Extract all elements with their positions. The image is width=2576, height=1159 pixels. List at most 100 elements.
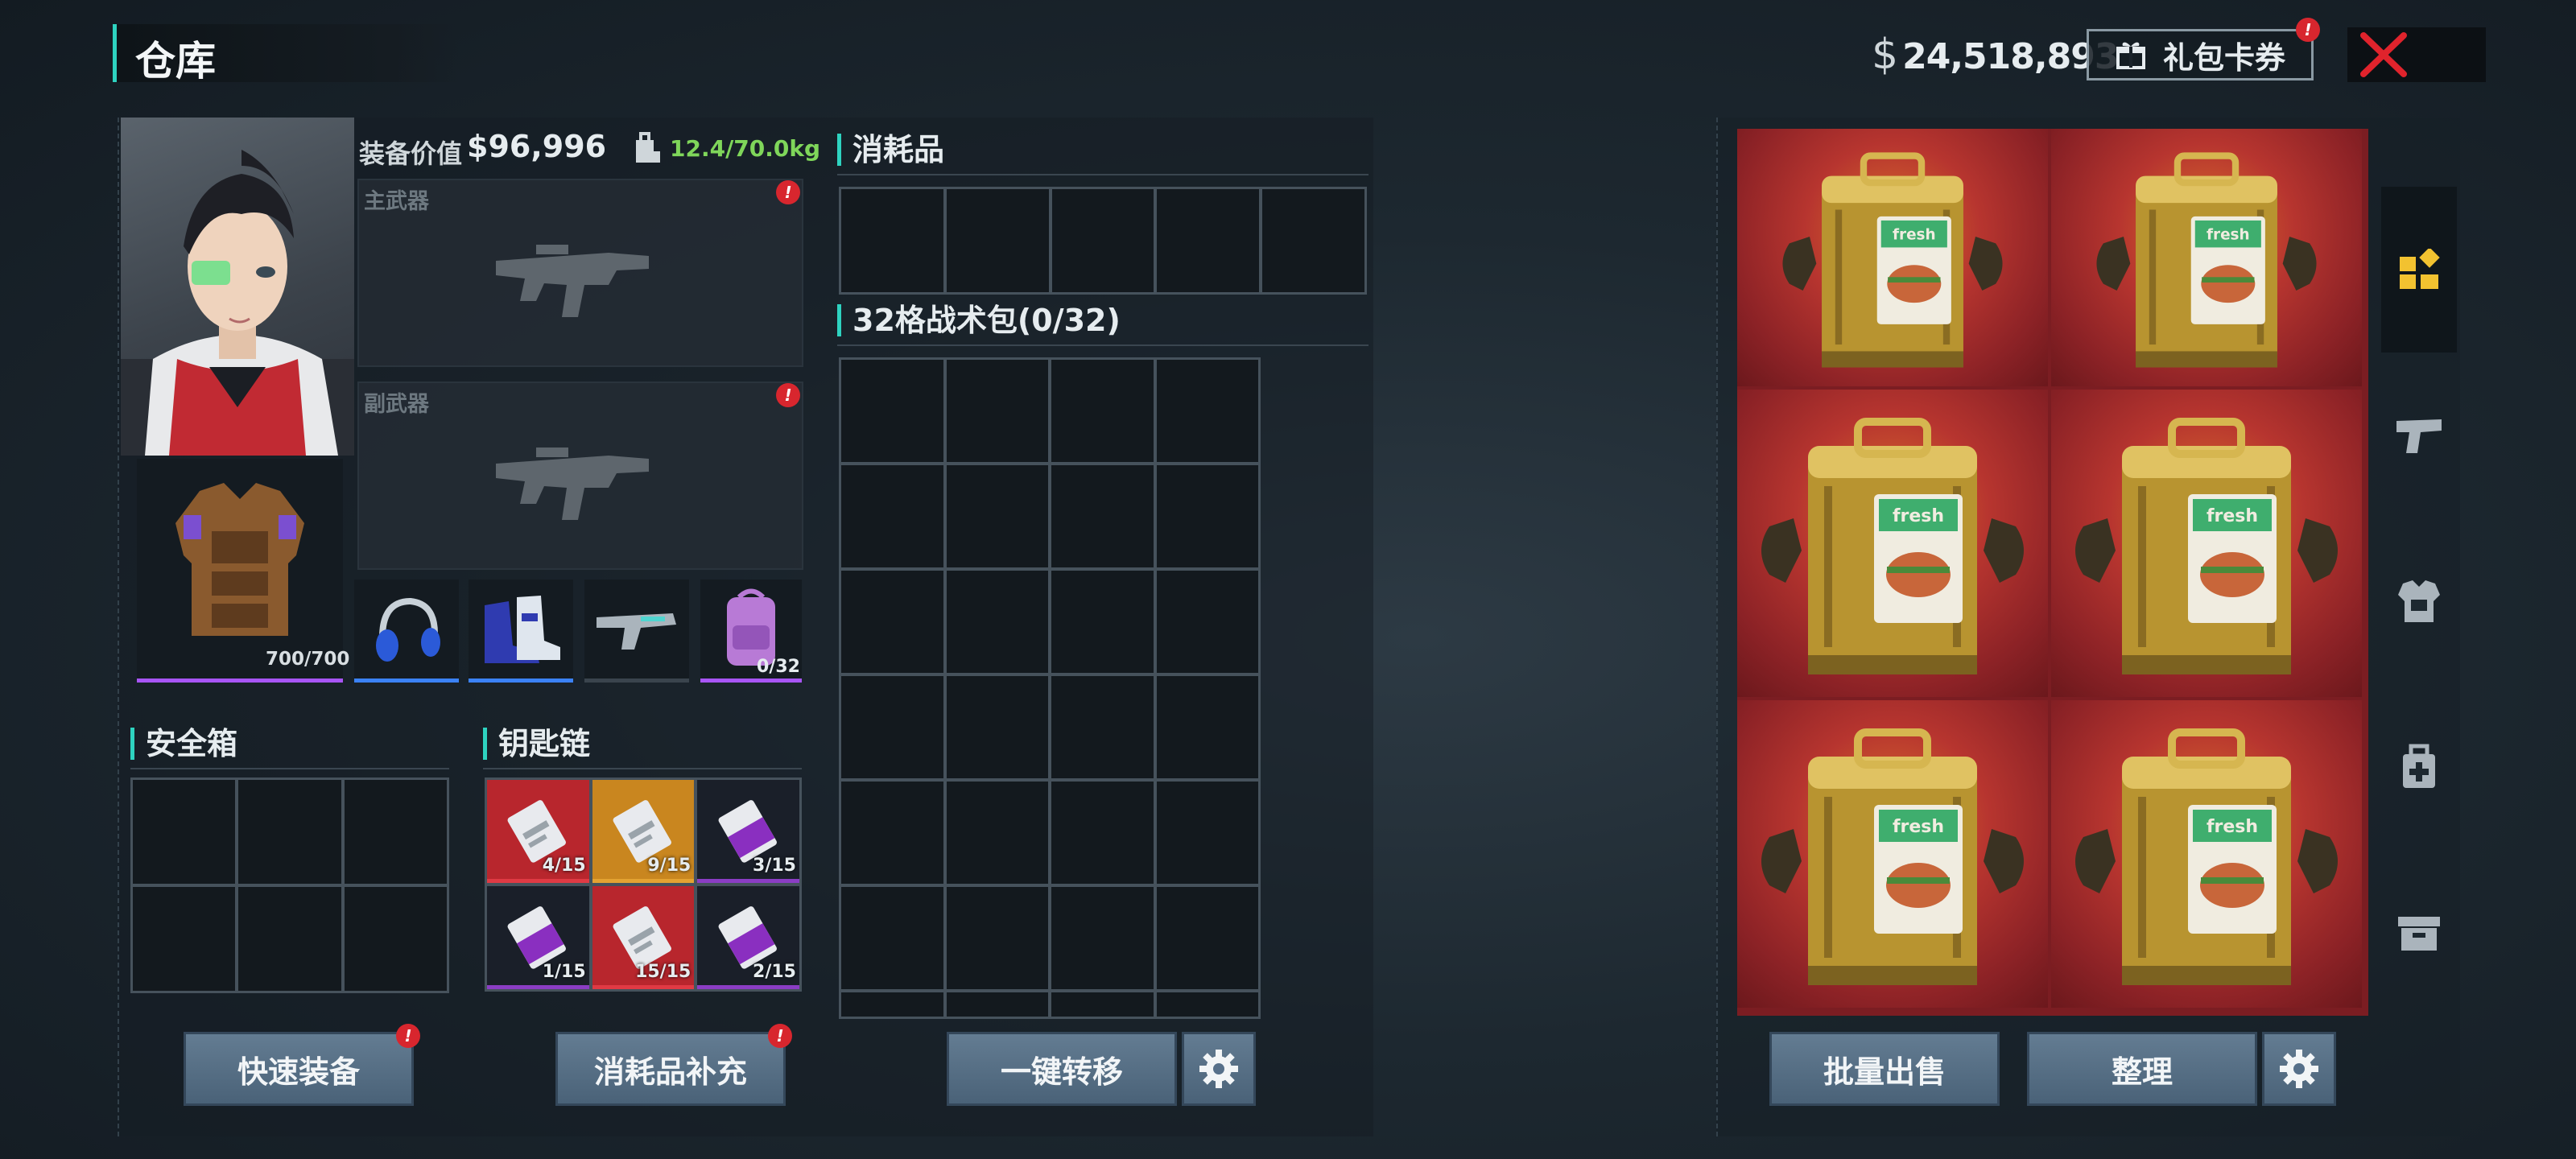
safe-box-title: 安全箱 <box>130 728 237 760</box>
secondary-weapon-alert-badge: ! <box>776 383 800 407</box>
key-card[interactable]: 15/15 <box>592 886 695 989</box>
bag-slot[interactable] <box>1051 465 1154 567</box>
safe-slot[interactable] <box>344 780 447 884</box>
bag-slot[interactable] <box>1156 887 1258 989</box>
headset-icon <box>376 597 440 662</box>
bag-slot[interactable] <box>1156 465 1258 567</box>
consumable-slot[interactable] <box>1157 189 1260 292</box>
consumable-slot[interactable] <box>841 189 943 292</box>
key-card[interactable]: 3/15 <box>697 780 799 883</box>
bag-slot[interactable] <box>841 465 943 567</box>
consumable-slot[interactable] <box>1051 189 1154 292</box>
sidearm-slot[interactable] <box>584 580 689 683</box>
bag-slot[interactable] <box>1051 571 1154 673</box>
key-card[interactable]: 2/15 <box>697 886 799 989</box>
bag-slot[interactable] <box>841 571 943 673</box>
svg-text:fresh: fresh <box>1893 226 1936 243</box>
tab-all-items[interactable] <box>2381 187 2457 353</box>
key-card[interactable]: 1/15 <box>487 886 589 989</box>
bag-slot[interactable] <box>841 676 943 778</box>
storage-item[interactable]: fresh <box>2051 129 2362 386</box>
safe-slot[interactable] <box>344 887 447 991</box>
page-title: 仓库 <box>135 38 216 85</box>
canister-item-icon: fresh <box>2096 152 2317 368</box>
storage-item[interactable]: fresh <box>1737 129 2048 386</box>
boots-icon <box>485 595 560 663</box>
storage-item[interactable]: fresh <box>1737 390 2048 697</box>
bag-slot[interactable] <box>1051 782 1154 884</box>
boots-slot[interactable] <box>469 580 573 683</box>
grid-icon <box>2400 249 2440 289</box>
bag-slot[interactable] <box>841 992 943 1017</box>
svg-text:fresh: fresh <box>1893 817 1944 837</box>
smg-icon <box>496 448 649 520</box>
pistol-icon <box>597 612 676 650</box>
primary-weapon-slot[interactable]: 主武器 <box>357 179 803 367</box>
bag-slot[interactable] <box>841 887 943 989</box>
key-count: 9/15 <box>647 856 691 876</box>
bulk-sell-button[interactable]: 批量出售 <box>1769 1032 2000 1106</box>
refill-consumables-button[interactable]: 消耗品补充 <box>555 1032 786 1106</box>
tab-misc[interactable] <box>2381 850 2457 1016</box>
bag-slot[interactable] <box>946 571 1048 673</box>
backpack-slot[interactable]: 0/32 <box>700 580 802 683</box>
canister-item-icon: fresh <box>1782 152 2003 368</box>
helmet-slot[interactable] <box>354 580 459 683</box>
secondary-weapon-slot[interactable]: 副武器 <box>357 382 803 570</box>
armor-icon <box>2398 580 2440 622</box>
safe-slot[interactable] <box>133 780 236 884</box>
storage-category-tabs <box>2381 187 2457 992</box>
gear-icon <box>1199 1050 1238 1088</box>
quick-equip-button[interactable]: 快速装备 <box>184 1032 414 1106</box>
storage-item[interactable]: fresh <box>2051 390 2362 697</box>
character-portrait <box>121 118 354 456</box>
bag-slot[interactable] <box>1156 360 1258 462</box>
key-card[interactable]: 4/15 <box>487 780 589 883</box>
consumable-slot[interactable] <box>1262 189 1364 292</box>
gift-coupon-button[interactable]: 礼包卡券 <box>2087 29 2314 80</box>
safe-slot[interactable] <box>238 780 341 884</box>
gift-icon <box>2116 42 2145 69</box>
safe-slot[interactable] <box>133 887 236 991</box>
bag-slot[interactable] <box>1156 992 1258 1017</box>
tab-medical[interactable] <box>2381 684 2457 850</box>
bag-slot[interactable] <box>946 465 1048 567</box>
bag-slot[interactable] <box>1156 782 1258 884</box>
canister-item-icon: fresh <box>1761 728 2024 985</box>
keychain-title: 钥匙链 <box>483 728 590 760</box>
bag-slot[interactable] <box>841 782 943 884</box>
storage-item[interactable]: fresh <box>1737 700 2048 1008</box>
tab-armor[interactable] <box>2381 518 2457 684</box>
storage-settings-button[interactable] <box>2262 1032 2336 1106</box>
bag-slot[interactable] <box>841 360 943 462</box>
close-button[interactable] <box>2347 27 2486 82</box>
transfer-settings-button[interactable] <box>1182 1032 1256 1106</box>
primary-weapon-label: 主武器 <box>364 189 429 214</box>
svg-text:fresh: fresh <box>1893 506 1944 526</box>
bag-slot[interactable] <box>946 992 1048 1017</box>
bag-slot[interactable] <box>946 360 1048 462</box>
bag-slot[interactable] <box>1051 360 1154 462</box>
equip-value-label: 装备价值 <box>359 138 463 169</box>
safe-slot[interactable] <box>238 887 341 991</box>
storage-item[interactable]: fresh <box>2051 700 2362 1008</box>
svg-text:fresh: fresh <box>2207 506 2258 526</box>
sort-button[interactable]: 整理 <box>2027 1032 2257 1106</box>
money-display: $24,518,893 <box>1872 31 2119 79</box>
bag-slot[interactable] <box>1156 571 1258 673</box>
bag-slot[interactable] <box>1051 992 1154 1017</box>
key-card[interactable]: 9/15 <box>592 780 695 883</box>
bag-slot[interactable] <box>1156 676 1258 778</box>
canister-item-icon: fresh <box>2075 728 2338 985</box>
transfer-all-button[interactable]: 一键转移 <box>947 1032 1177 1106</box>
bag-slot[interactable] <box>946 782 1048 884</box>
equip-value: $96,996 <box>467 129 607 164</box>
bag-slot[interactable] <box>946 676 1048 778</box>
bag-slot[interactable] <box>1051 676 1154 778</box>
consumable-slot[interactable] <box>946 189 1049 292</box>
bag-slot[interactable] <box>946 887 1048 989</box>
tab-weapons[interactable] <box>2381 353 2457 518</box>
canister-item-icon: fresh <box>2075 418 2338 674</box>
backpack-capacity: 0/32 <box>757 657 800 677</box>
bag-slot[interactable] <box>1051 887 1154 989</box>
